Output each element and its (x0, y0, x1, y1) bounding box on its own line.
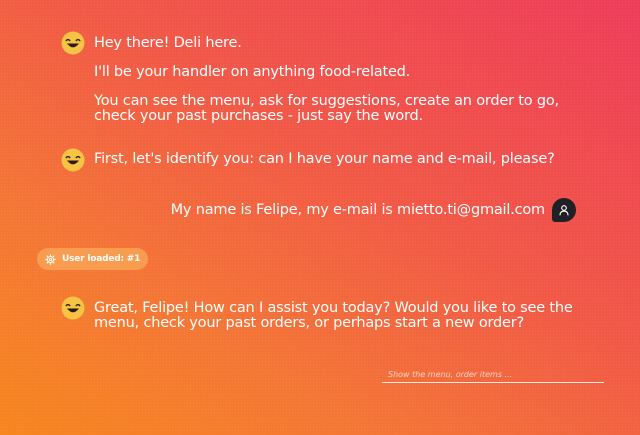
message-paragraph: You can see the menu, ask for suggestion… (94, 93, 559, 124)
bot-message-identify: First, let's identify you: can I have yo… (94, 152, 594, 167)
bot-avatar-icon (61, 148, 85, 172)
message-paragraph: Great, Felipe! How can I assist you toda… (94, 300, 573, 331)
user-icon (559, 205, 569, 216)
bot-message-assist: Great, Felipe! How can I assist you toda… (94, 301, 594, 331)
message-composer (382, 362, 604, 385)
message-paragraph: I'll be your handler on anything food-re… (94, 64, 411, 80)
status-badge: User loaded: #1 (37, 248, 149, 270)
bot-avatar-icon (61, 296, 85, 320)
status-badge-label: User loaded: #1 (62, 254, 141, 264)
message-paragraph: First, let's identify you: can I have yo… (94, 151, 555, 167)
bot-avatar-icon (61, 31, 85, 55)
user-avatar (552, 198, 576, 222)
user-message: My name is Felipe, my e-mail is mietto.t… (171, 198, 576, 222)
user-message-text: My name is Felipe, my e-mail is mietto.t… (170, 202, 546, 218)
gear-icon (45, 253, 56, 265)
message-paragraph: Hey there! Deli here. (94, 35, 242, 51)
message-input[interactable] (382, 364, 604, 385)
bot-message-intro: Hey there! Deli here. I'll be your handl… (94, 36, 594, 124)
